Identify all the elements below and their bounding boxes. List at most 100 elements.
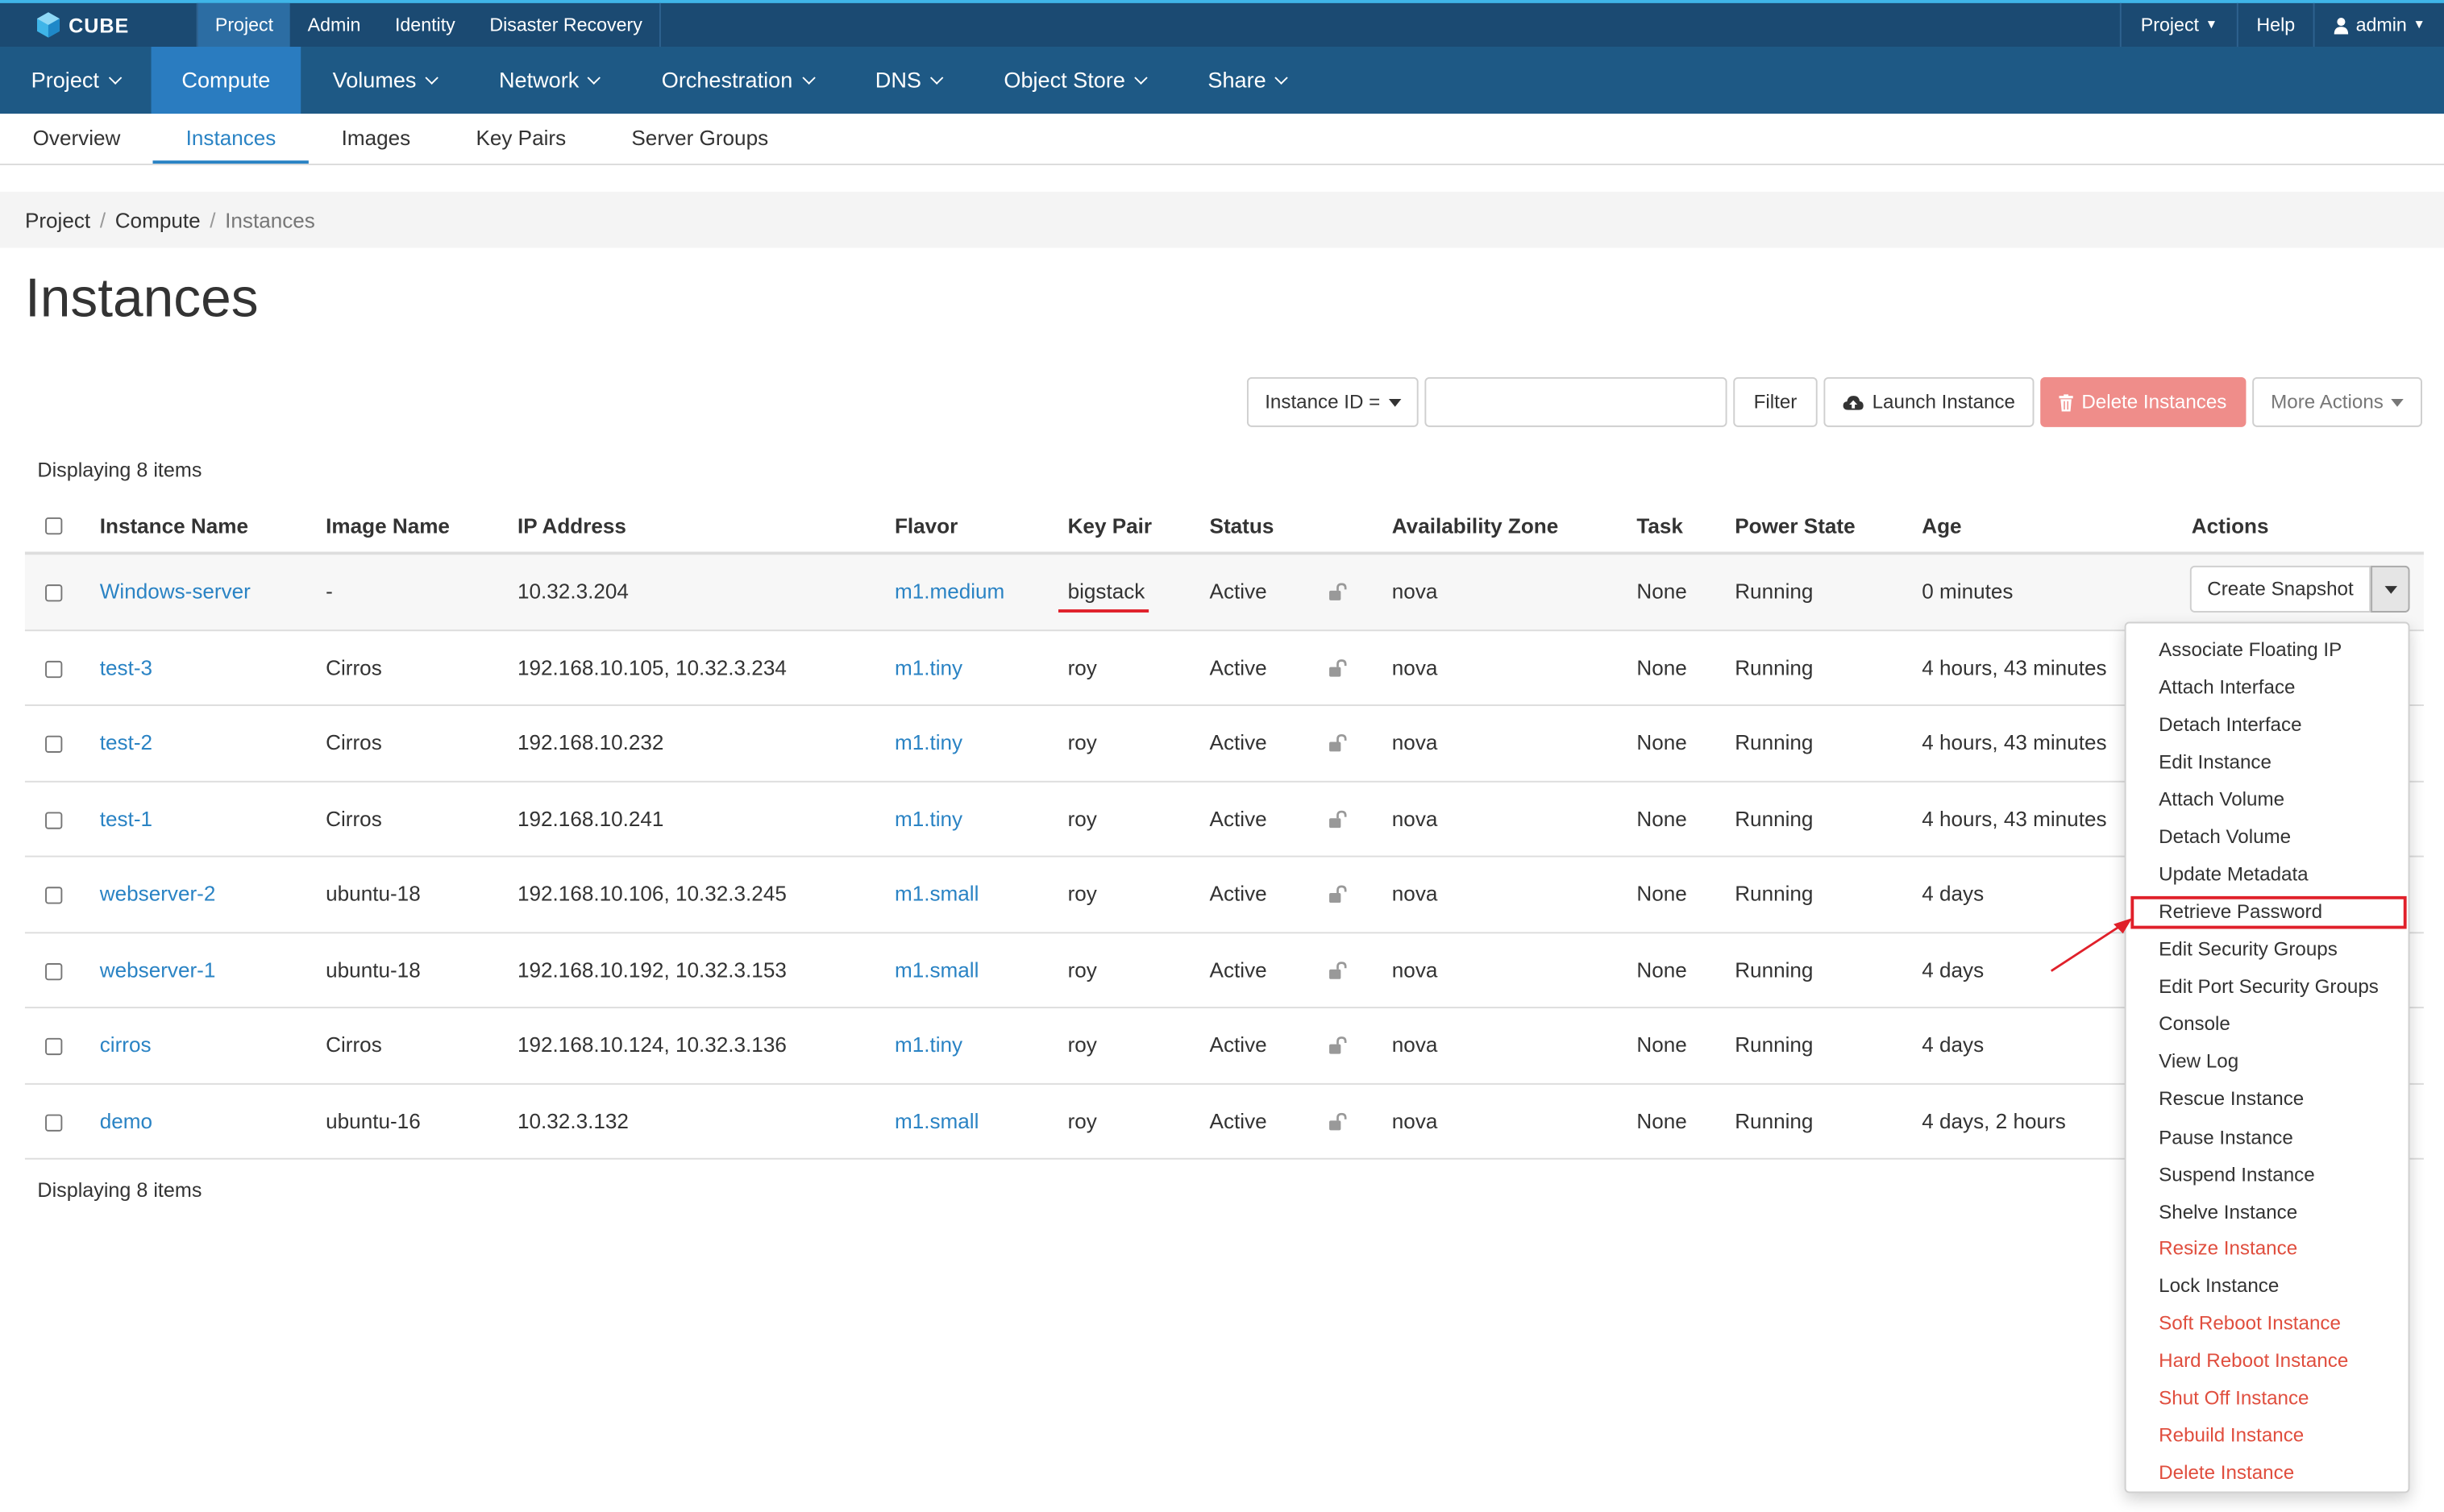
col-flavor[interactable]: Flavor [895,514,958,538]
row-checkbox[interactable] [45,584,63,602]
nav-network[interactable]: Network [468,47,630,114]
menu-detach-interface[interactable]: Detach Interface [2159,712,2301,737]
subnav-server-groups[interactable]: Server Groups [599,114,801,164]
col-status[interactable]: Status [1210,514,1274,538]
menu-associate-floating-ip[interactable]: Associate Floating IP [2159,638,2342,663]
filter-button[interactable]: Filter [1733,376,1818,427]
menu-suspend-instance[interactable]: Suspend Instance [2159,1163,2315,1188]
image-name: Cirros [326,806,382,830]
menu-rebuild-instance[interactable]: Rebuild Instance [2159,1423,2304,1448]
subnav-overview[interactable]: Overview [0,114,153,164]
launch-instance-button[interactable]: Launch Instance [1823,376,2035,427]
menu-detach-volume[interactable]: Detach Volume [2159,825,2291,849]
menu-attach-interface[interactable]: Attach Interface [2159,675,2295,700]
menu-attach-volume[interactable]: Attach Volume [2159,787,2284,812]
flavor-link[interactable]: m1.tiny [895,1033,962,1057]
menu-shut-off-instance[interactable]: Shut Off Instance [2159,1385,2309,1410]
col-power-state[interactable]: Power State [1735,514,1855,538]
nav-volumes[interactable]: Volumes [301,47,468,114]
col-ip-address[interactable]: IP Address [517,514,626,538]
row-checkbox[interactable] [45,735,63,753]
row-checkbox[interactable] [45,811,63,829]
instance-name-link[interactable]: Windows-server [100,579,251,603]
flavor-link[interactable]: m1.tiny [895,731,962,754]
instance-name-link[interactable]: demo [100,1109,152,1132]
menu-soft-reboot-instance[interactable]: Soft Reboot Instance [2159,1311,2341,1335]
flavor-link[interactable]: m1.small [895,1109,979,1132]
help-link[interactable]: Help [2236,2,2313,48]
row-checkbox[interactable] [45,659,63,678]
annotation-arrow-icon [2051,917,2133,972]
top-tab-disaster-recovery[interactable]: Disaster Recovery [472,3,659,47]
flavor-link[interactable]: m1.tiny [895,655,962,679]
menu-lock-instance[interactable]: Lock Instance [2159,1273,2279,1298]
row-checkbox[interactable] [45,1113,63,1131]
menu-edit-security-groups[interactable]: Edit Security Groups [2159,937,2338,962]
row-checkbox[interactable] [45,887,63,904]
flavor-link[interactable]: m1.small [895,957,979,981]
instance-name-link[interactable]: test-3 [100,655,152,679]
col-instance-name[interactable]: Instance Name [100,514,248,538]
instance-name-link[interactable]: webserver-2 [100,882,216,905]
instance-name-link[interactable]: test-2 [100,731,152,754]
task: None [1636,882,1687,906]
nav-object-store[interactable]: Object Store [973,47,1177,114]
menu-resize-instance[interactable]: Resize Instance [2159,1236,2297,1261]
top-tab-admin[interactable]: Admin [290,3,377,47]
top-tab-identity[interactable]: Identity [378,3,472,47]
instance-name-link[interactable]: test-1 [100,807,152,830]
filter-field-select[interactable]: Instance ID = [1246,376,1419,427]
task: None [1636,957,1687,982]
col-age[interactable]: Age [1922,514,1961,538]
flavor-link[interactable]: m1.tiny [895,807,962,830]
image-name: Cirros [326,1033,382,1057]
nav-dns[interactable]: DNS [844,47,973,114]
filter-input[interactable] [1424,376,1727,427]
instance-name-link[interactable]: cirros [100,1033,152,1057]
menu-view-log[interactable]: View Log [2159,1049,2238,1074]
more-actions-button[interactable]: More Actions [2252,376,2422,427]
power-state: Running [1735,1033,1814,1057]
task: None [1636,1033,1687,1057]
nav-share[interactable]: Share [1177,47,1318,114]
create-snapshot-button[interactable]: Create Snapshot [2189,565,2371,613]
select-all-checkbox[interactable] [45,517,63,535]
menu-pause-instance[interactable]: Pause Instance [2159,1125,2293,1150]
menu-delete-instance[interactable]: Delete Instance [2159,1460,2294,1485]
breadcrumb-compute[interactable]: Compute [115,208,201,231]
unlock-icon [1329,658,1347,676]
menu-update-metadata[interactable]: Update Metadata [2159,862,2308,887]
col-task[interactable]: Task [1636,514,1683,538]
user-menu[interactable]: admin ▼ [2313,2,2444,48]
menu-edit-instance[interactable]: Edit Instance [2159,750,2272,775]
nav-compute[interactable]: Compute [150,47,301,114]
flavor-link[interactable]: m1.small [895,882,979,905]
menu-edit-port-security-groups[interactable]: Edit Port Security Groups [2159,974,2379,999]
subnav-instances[interactable]: Instances [153,114,309,164]
col-key-pair[interactable]: Key Pair [1068,514,1153,538]
instance-name-link[interactable]: webserver-1 [100,957,216,981]
menu-shelve-instance[interactable]: Shelve Instance [2159,1200,2297,1225]
image-name: ubuntu-18 [326,957,421,982]
top-tab-project[interactable]: Project [197,2,291,48]
col-image-name[interactable]: Image Name [326,514,450,538]
breadcrumb-project[interactable]: Project [25,208,90,231]
logo[interactable]: CUBE [35,10,130,41]
menu-console[interactable]: Console [2159,1011,2230,1036]
menu-rescue-instance[interactable]: Rescue Instance [2159,1086,2304,1111]
subnav-images[interactable]: Images [309,114,443,164]
delete-instances-button[interactable]: Delete Instances [2040,376,2247,427]
user-icon [2334,17,2349,34]
col-availability-zone[interactable]: Availability Zone [1392,514,1558,538]
chevron-down-icon [588,71,601,85]
nav-orchestration[interactable]: Orchestration [630,47,844,114]
flavor-link[interactable]: m1.medium [895,579,1004,603]
project-selector[interactable]: Project ▼ [2120,2,2237,48]
cloud-upload-icon [1843,395,1864,409]
row-checkbox[interactable] [45,1037,63,1056]
menu-hard-reboot-instance[interactable]: Hard Reboot Instance [2159,1348,2348,1373]
subnav-key-pairs[interactable]: Key Pairs [443,114,599,164]
row-actions-toggle[interactable] [2371,565,2410,613]
nav-project[interactable]: Project [0,47,151,114]
row-checkbox[interactable] [45,962,63,980]
